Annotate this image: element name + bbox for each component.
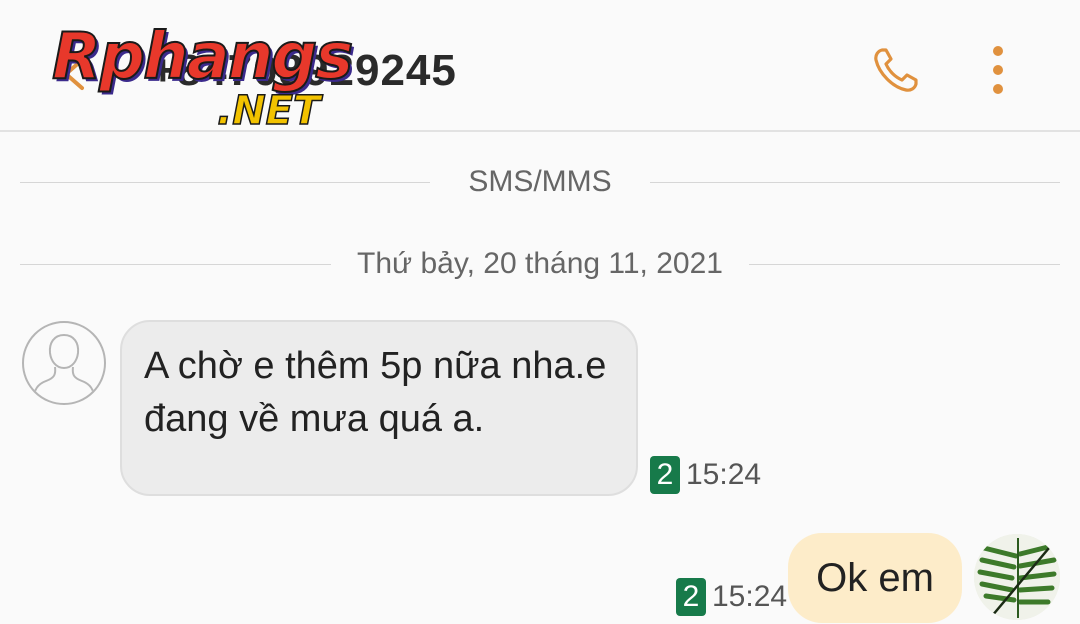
- channel-divider: SMS/MMS: [20, 162, 1060, 202]
- incoming-message-bubble[interactable]: A chờ e thêm 5p nữa nha.e đang về mưa qu…: [120, 320, 638, 496]
- message-time: 15:24: [686, 458, 762, 491]
- default-person-icon: [32, 333, 96, 402]
- date-label: Thứ bảy, 20 tháng 11, 2021: [331, 247, 749, 280]
- date-divider: Thứ bảy, 20 tháng 11, 2021: [20, 244, 1060, 284]
- phone-icon: [874, 48, 918, 92]
- app-header: +84708929245 Rphangs .NET: [0, 0, 1080, 135]
- channel-label: SMS/MMS: [442, 165, 638, 198]
- outgoing-message-bubble[interactable]: Ok em: [788, 533, 962, 623]
- incoming-message-meta: 2 15:24: [650, 456, 761, 494]
- outgoing-message-meta: 2 15:24: [676, 578, 787, 616]
- sim-badge: 2: [676, 578, 706, 616]
- call-button[interactable]: [868, 42, 924, 98]
- watermark-logo: Rphangs .NET: [51, 19, 382, 135]
- more-options-button[interactable]: [976, 42, 1020, 98]
- sim-badge: 2: [650, 456, 680, 494]
- message-time: 15:24: [712, 580, 788, 613]
- watermark-logo-suffix: .NET: [216, 87, 321, 135]
- contact-avatar[interactable]: [22, 321, 106, 405]
- fern-leaf-image: [974, 534, 1060, 620]
- watermark-logo-main: Rphangs: [51, 19, 354, 95]
- more-vert-icon: [993, 46, 1003, 94]
- my-avatar[interactable]: [974, 534, 1060, 620]
